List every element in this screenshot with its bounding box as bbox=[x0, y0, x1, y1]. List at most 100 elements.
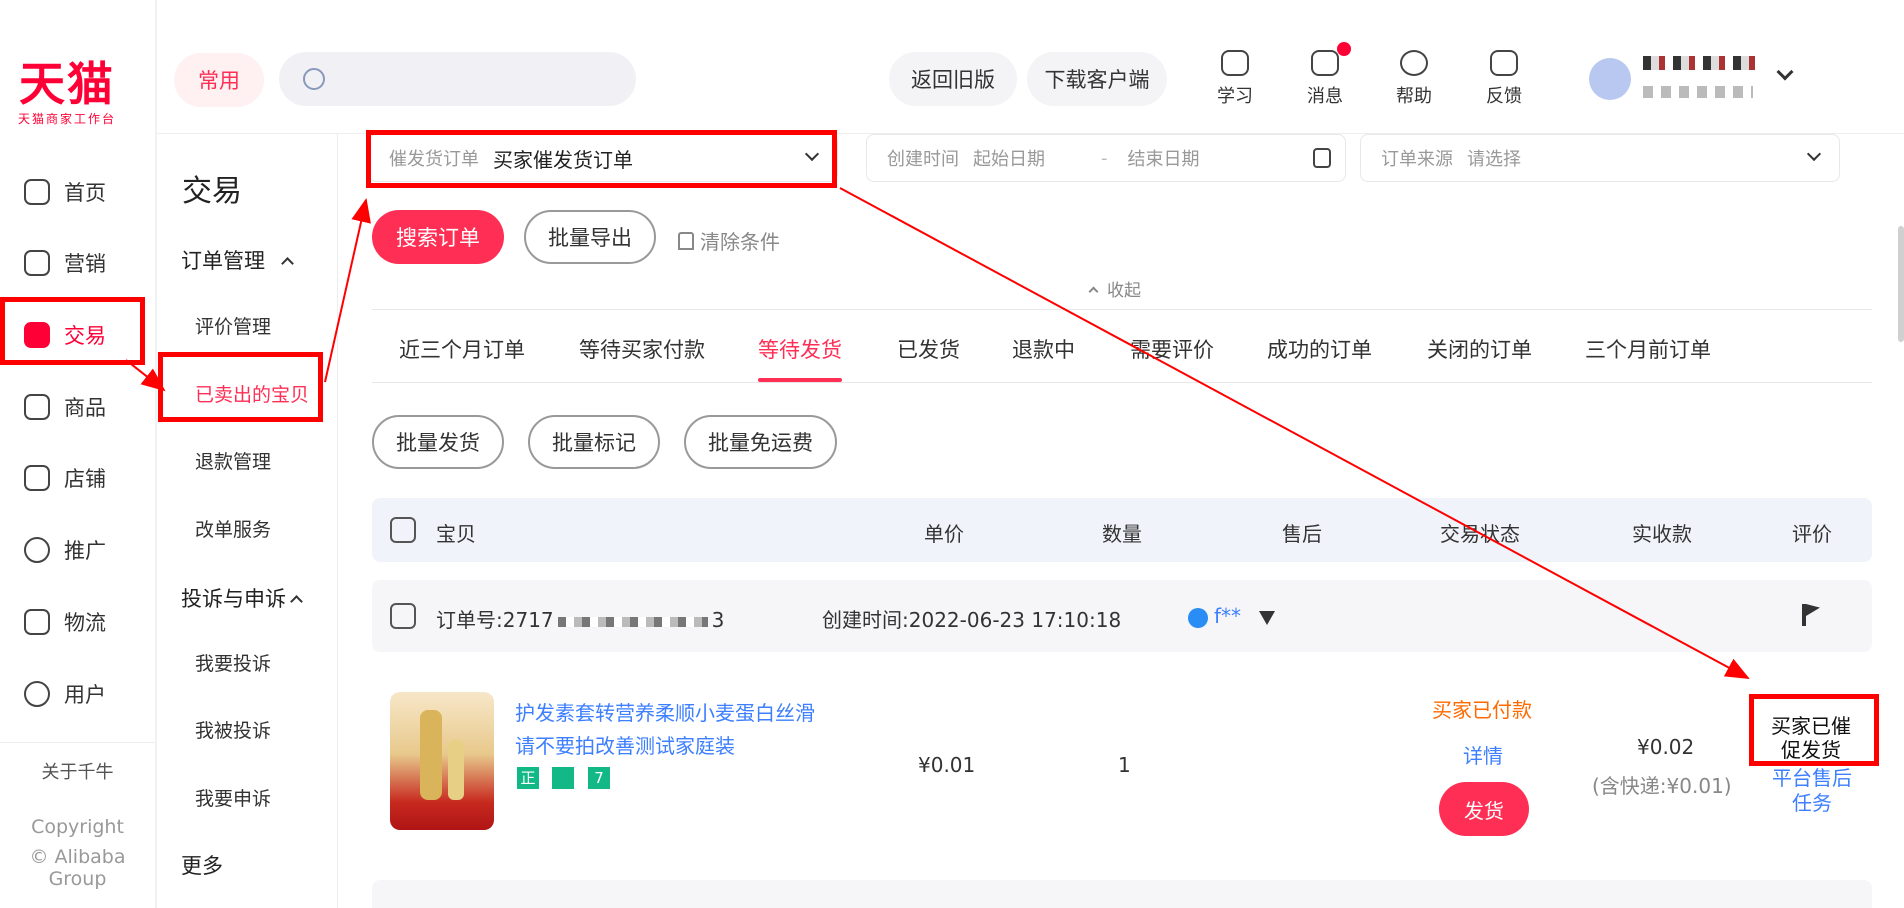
flag-icon[interactable] bbox=[1802, 604, 1820, 626]
order-source-select[interactable]: 订单来源 请选择 bbox=[1360, 134, 1840, 182]
account-chevron-down-icon[interactable] bbox=[1776, 63, 1794, 81]
copyright-line2: © Alibaba Group bbox=[29, 846, 126, 890]
top-header: 常用 返回旧版 下载客户端 学习 消息 帮助 反馈 bbox=[157, 0, 1904, 134]
col-item: 宝贝 bbox=[436, 522, 476, 546]
message-button[interactable]: 消息 bbox=[1290, 42, 1360, 108]
search-input[interactable] bbox=[279, 52, 636, 106]
tmall-logo[interactable]: 天猫 天猫商家工作台 bbox=[0, 58, 134, 127]
rail-item-logistics[interactable]: 物流 bbox=[24, 600, 134, 644]
left-rail: 天猫 天猫商家工作台 首页 营销 交易 商品 店铺 推广 物流 用户 关于千牛 … bbox=[0, 0, 155, 908]
account-sub-blurred bbox=[1643, 86, 1753, 98]
annotation-box-sold bbox=[158, 352, 323, 422]
common-button[interactable]: 常用 bbox=[174, 53, 264, 107]
product-title-link[interactable]: 护发素套转营养柔顺小麦蛋白丝滑 请不要拍改善测试家庭装 bbox=[515, 697, 815, 763]
create-time-range[interactable]: 创建时间 起始日期 - 结束日期 bbox=[866, 134, 1346, 182]
rail-item-home[interactable]: 首页 bbox=[24, 170, 134, 214]
collapse-label: 收起 bbox=[1107, 281, 1141, 301]
product-title-line1: 护发素套转营养柔顺小麦蛋白丝滑 bbox=[515, 701, 815, 725]
rail-item-marketing[interactable]: 营销 bbox=[24, 241, 134, 285]
subnav-item-reviews[interactable]: 评价管理 bbox=[195, 312, 271, 339]
rail-divider bbox=[0, 742, 155, 743]
tab-older-than-3-months[interactable]: 三个月前订单 bbox=[1585, 334, 1711, 364]
collapse-toggle[interactable]: 收起 bbox=[1088, 276, 1141, 301]
scrollbar-thumb[interactable] bbox=[1898, 226, 1904, 342]
delivery-tag-icon bbox=[552, 767, 574, 789]
table-header: 宝贝 单价 数量 售后 交易状态 实收款 评价 bbox=[372, 498, 1872, 562]
batch-export-button[interactable]: 批量导出 bbox=[524, 210, 656, 264]
filter-icon[interactable] bbox=[1259, 610, 1276, 625]
bottle-shape bbox=[448, 740, 464, 800]
chevron-up-icon bbox=[290, 595, 303, 608]
col-after-sale: 售后 bbox=[1282, 522, 1322, 546]
col-unit-price: 单价 bbox=[924, 522, 964, 546]
tab-await-payment[interactable]: 等待买家付款 bbox=[579, 334, 705, 364]
subnav-item-modify[interactable]: 改单服务 bbox=[195, 515, 271, 542]
clear-conditions-button[interactable]: 清除条件 bbox=[678, 226, 780, 255]
order-number: 订单号:2717 3 bbox=[436, 604, 724, 633]
order-detail-link[interactable]: 详情 bbox=[1463, 740, 1503, 769]
subnav-item-appeal[interactable]: 我要申诉 bbox=[195, 784, 271, 811]
buyer-chat-link[interactable]: f** bbox=[1188, 604, 1276, 628]
message-icon bbox=[1311, 50, 1339, 76]
batch-ship-button[interactable]: 批量发货 bbox=[372, 415, 504, 469]
broom-icon bbox=[678, 231, 694, 250]
order-checkbox[interactable] bbox=[390, 603, 416, 629]
help-button[interactable]: 帮助 bbox=[1379, 50, 1449, 108]
batch-free-shipping-button[interactable]: 批量免运费 bbox=[684, 415, 837, 469]
start-date: 起始日期 bbox=[973, 149, 1045, 170]
search-orders-button[interactable]: 搜索订单 bbox=[372, 210, 504, 264]
received-amount: ¥0.02 bbox=[1637, 735, 1695, 759]
download-client-button[interactable]: 下载客户端 bbox=[1027, 52, 1167, 106]
feedback-label: 反馈 bbox=[1486, 86, 1522, 107]
back-old-version-button[interactable]: 返回旧版 bbox=[889, 52, 1017, 106]
bottle-shape bbox=[420, 710, 442, 800]
tab-refunding[interactable]: 退款中 bbox=[1012, 334, 1075, 364]
feedback-button[interactable]: 反馈 bbox=[1469, 50, 1539, 108]
tab-await-shipment[interactable]: 等待发货 bbox=[758, 334, 842, 364]
learn-button[interactable]: 学习 bbox=[1200, 50, 1270, 108]
tab-recent-3-months[interactable]: 近三个月订单 bbox=[399, 334, 525, 364]
clear-label: 清除条件 bbox=[700, 230, 780, 254]
platform-after-sale-link[interactable]: 平台售后 任务 bbox=[1772, 766, 1852, 816]
tab-need-review[interactable]: 需要评价 bbox=[1130, 334, 1214, 364]
date-separator: - bbox=[1101, 147, 1108, 169]
tab-closed[interactable]: 关闭的订单 bbox=[1427, 334, 1532, 364]
tab-shipped[interactable]: 已发货 bbox=[897, 334, 960, 364]
col-status: 交易状态 bbox=[1440, 522, 1520, 546]
unit-price: ¥0.01 bbox=[918, 753, 976, 777]
help-label: 帮助 bbox=[1396, 86, 1432, 107]
rail-item-shop[interactable]: 店铺 bbox=[24, 456, 134, 500]
annotation-box-trade bbox=[0, 297, 145, 365]
avatar[interactable] bbox=[1589, 58, 1631, 100]
learn-label: 学习 bbox=[1217, 86, 1253, 107]
learn-icon bbox=[1221, 50, 1249, 76]
logo-subtitle: 天猫商家工作台 bbox=[17, 112, 116, 126]
subnav-group-orders[interactable]: 订单管理 bbox=[181, 245, 294, 275]
tabs-bottom-divider bbox=[372, 382, 1872, 383]
order-header-row: 订单号:2717 3 创建时间:2022-06-23 17:10:18 f** bbox=[372, 580, 1872, 652]
subnav-title: 交易 bbox=[182, 174, 242, 209]
subnav-item-refunds[interactable]: 退款管理 bbox=[195, 447, 271, 474]
select-all-checkbox[interactable] bbox=[390, 517, 416, 543]
goods-icon bbox=[24, 394, 50, 420]
rail-item-user[interactable]: 用户 bbox=[24, 672, 134, 716]
batch-mark-button[interactable]: 批量标记 bbox=[528, 415, 660, 469]
product-thumbnail[interactable] bbox=[390, 692, 494, 830]
subnav-group-complaints[interactable]: 投诉与申诉 bbox=[181, 583, 303, 613]
subnav-item-complained[interactable]: 我被投诉 bbox=[195, 716, 271, 743]
calendar-icon bbox=[1313, 148, 1331, 168]
subnav-item-file-complaint[interactable]: 我要投诉 bbox=[195, 649, 271, 676]
time-label: 创建时间 bbox=[887, 149, 959, 170]
rail-item-promote[interactable]: 推广 bbox=[24, 528, 134, 572]
rail-item-goods[interactable]: 商品 bbox=[24, 385, 134, 429]
order-number-value: 2717 bbox=[502, 608, 554, 632]
source-label: 订单来源 bbox=[1381, 149, 1453, 170]
rail-label: 物流 bbox=[64, 611, 106, 635]
subnav-more[interactable]: 更多 bbox=[181, 850, 223, 880]
col-review: 评价 bbox=[1792, 522, 1832, 546]
about-link[interactable]: 关于千牛 bbox=[0, 758, 155, 784]
tab-success[interactable]: 成功的订单 bbox=[1267, 334, 1372, 364]
buyer-name: f** bbox=[1214, 604, 1242, 628]
chevron-up-icon bbox=[281, 257, 294, 270]
ship-button[interactable]: 发货 bbox=[1439, 782, 1529, 836]
